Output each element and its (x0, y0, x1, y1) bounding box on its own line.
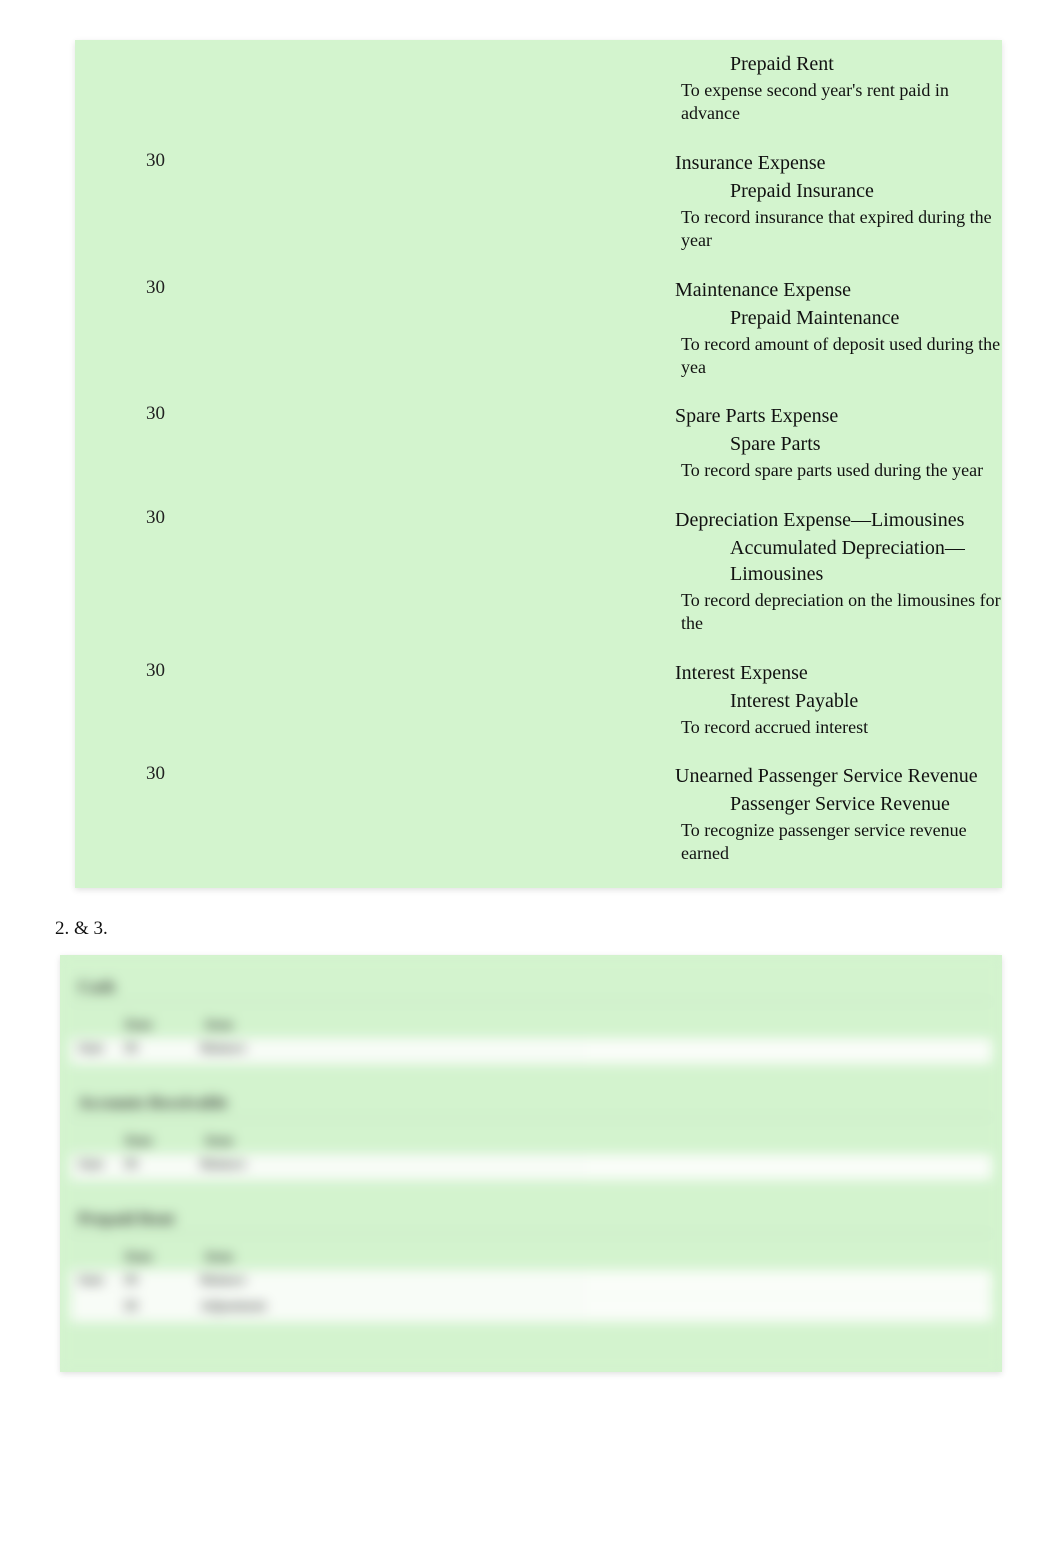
journal-debit-row: 30 Maintenance Expense (75, 276, 1002, 304)
journal-debit-row: 30 Depreciation Expense—Limousines (75, 506, 1002, 534)
ledger-header-desc: Item (205, 1134, 605, 1150)
journal-day: 30 (75, 150, 205, 172)
ledger-date: June (70, 1041, 123, 1061)
ledger-date: June (70, 1157, 123, 1177)
journal-explanation: To expense second year's rent paid in ad… (205, 79, 1002, 126)
ledger-header-date: Date (125, 1250, 205, 1266)
journal-credit-account: Interest Payable (205, 688, 1002, 714)
ledger-account-name: Prepaid Rent (70, 1205, 992, 1234)
ledger-header-desc: Item (205, 1018, 605, 1034)
journal-explanation: To record depreciation on the limousines… (205, 589, 1002, 636)
ledger-row: 30 Adjustment (70, 1296, 992, 1322)
journal-credit-account: Prepaid Insurance (205, 178, 1002, 204)
ledger-date: June (70, 1273, 123, 1293)
journal-credit-row: Passenger Service Revenue (75, 790, 1002, 818)
ledger-header-row: Date Item (70, 1014, 992, 1038)
journal-explanation-row: To record spare parts used during the ye… (75, 458, 1002, 483)
journal-debit-account: Unearned Passenger Service Revenue (205, 763, 1002, 789)
journal-credit-row: Prepaid Maintenance (75, 304, 1002, 332)
ledger-account: Cash Date Item June 30 Balance (70, 973, 992, 1064)
ledger-day: 30 (123, 1299, 200, 1319)
journal-credit-row: Interest Payable (75, 687, 1002, 715)
journal-credit-account: Prepaid Maintenance (205, 305, 1002, 331)
journal-day: 30 (75, 403, 205, 425)
ledger-account-name: Cash (70, 973, 992, 1002)
journal-explanation-row: To record depreciation on the limousines… (75, 588, 1002, 637)
journal-credit-account: Accumulated Depreciation—Limousines (205, 535, 1002, 587)
journal-debit-row: 30 Spare Parts Expense (75, 402, 1002, 430)
ledger-header-row: Date Item (70, 1246, 992, 1270)
journal-entries-panel: Prepaid Rent To expense second year's re… (75, 40, 1002, 888)
ledger-row: June 30 Balance (70, 1038, 992, 1064)
ledger-day: 30 (123, 1273, 200, 1293)
journal-debit-account: Insurance Expense (205, 150, 1002, 176)
ledger-account: Prepaid Rent Date Item June 30 Balance 3… (70, 1205, 992, 1322)
journal-credit-row: Prepaid Insurance (75, 177, 1002, 205)
journal-credit-account: Prepaid Rent (205, 51, 1002, 77)
ledger-ref: Balance (201, 1157, 587, 1177)
journal-debit-account: Depreciation Expense—Limousines (205, 507, 1002, 533)
journal-day: 30 (75, 763, 205, 785)
ledger-account-name: Accounts Receivable (70, 1089, 992, 1118)
ledger-header-desc: Item (205, 1250, 605, 1266)
section-label: 2. & 3. (55, 918, 1062, 940)
journal-debit-row: 30 Interest Expense (75, 659, 1002, 687)
journal-credit-account: Passenger Service Revenue (205, 791, 1002, 817)
ledger-ref: Adjustment (201, 1299, 587, 1319)
ledger-row: June 30 Balance (70, 1270, 992, 1296)
ledger-header-row: Date Item (70, 1130, 992, 1154)
ledger-ref: Balance (201, 1041, 587, 1061)
journal-credit-account: Spare Parts (205, 431, 1002, 457)
journal-explanation: To record insurance that expired during … (205, 206, 1002, 253)
journal-day: 30 (75, 277, 205, 299)
journal-debit-row: 30 Unearned Passenger Service Revenue (75, 762, 1002, 790)
ledger-day: 30 (123, 1041, 200, 1061)
ledger-header-date: Date (125, 1134, 205, 1150)
ledger-date (70, 1299, 123, 1319)
journal-explanation-row: To record accrued interest (75, 715, 1002, 740)
journal-day: 30 (75, 507, 205, 529)
journal-explanation-row: To record amount of deposit used during … (75, 332, 1002, 381)
journal-explanation: To record spare parts used during the ye… (205, 459, 1002, 482)
journal-debit-account: Maintenance Expense (205, 277, 1002, 303)
ledger-row: June 30 Balance (70, 1154, 992, 1180)
journal-debit-row: 30 Insurance Expense (75, 149, 1002, 177)
journal-credit-row: Accumulated Depreciation—Limousines (75, 534, 1002, 588)
journal-explanation-row: To recognize passenger service revenue e… (75, 818, 1002, 867)
journal-explanation: To record accrued interest (205, 716, 1002, 739)
ledger-panel: Cash Date Item June 30 Balance Accounts … (60, 955, 1002, 1372)
journal-day: 30 (75, 660, 205, 682)
ledger-day: 30 (123, 1157, 200, 1177)
journal-debit-account: Spare Parts Expense (205, 403, 1002, 429)
ledger-account: Accounts Receivable Date Item June 30 Ba… (70, 1089, 992, 1180)
journal-credit-row: Spare Parts (75, 430, 1002, 458)
journal-debit-account: Interest Expense (205, 660, 1002, 686)
journal-explanation-row: To expense second year's rent paid in ad… (75, 78, 1002, 127)
journal-explanation: To recognize passenger service revenue e… (205, 819, 1002, 866)
journal-explanation-row: To record insurance that expired during … (75, 205, 1002, 254)
journal-explanation: To record amount of deposit used during … (205, 333, 1002, 380)
journal-credit-row: Prepaid Rent (75, 50, 1002, 78)
ledger-ref: Balance (201, 1273, 587, 1293)
ledger-header-date: Date (125, 1018, 205, 1034)
